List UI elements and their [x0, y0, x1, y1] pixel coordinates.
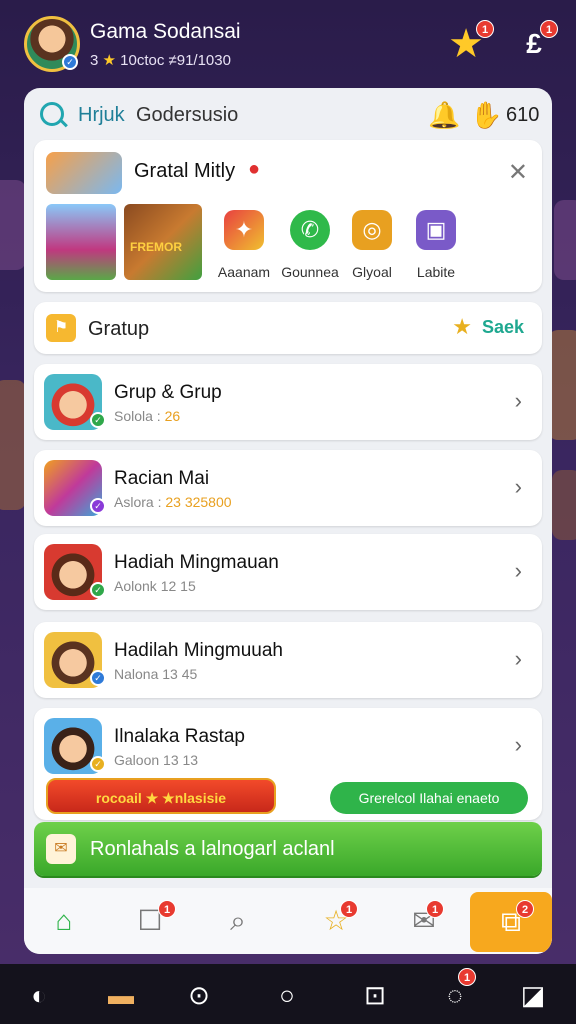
coin-hand-icon: ✋	[470, 100, 503, 130]
tab-home[interactable]: ⌂	[28, 888, 100, 954]
list-item[interactable]: ✓ Hadilah Mingmuuah Nalona 13 45 ›	[34, 622, 542, 698]
cast-icon[interactable]: ◪	[516, 978, 550, 1012]
tab-shop[interactable]: ⧉	[470, 892, 552, 952]
search-bar[interactable]: Hrjuk Godersusio 🔔 ✋ 610	[24, 88, 552, 140]
chevron-right-icon[interactable]: ›	[515, 732, 522, 758]
background-prop	[554, 200, 576, 280]
notification-badge: 2	[516, 900, 534, 918]
game-tile-arcade[interactable]	[46, 204, 116, 280]
chevron-right-icon[interactable]: ›	[515, 646, 522, 672]
app-item-glyoal[interactable]: ◎ Glyoal	[340, 210, 404, 280]
promo-title: Gratal Mitly	[134, 160, 236, 182]
search-icon: ⌕	[230, 905, 246, 936]
check-icon: ✓	[90, 756, 106, 772]
chevron-right-icon[interactable]: ›	[515, 388, 522, 414]
notification-badge: 1	[476, 20, 494, 38]
coin-stack-icon: ◎	[352, 210, 392, 250]
app-label: Aaanam	[217, 264, 271, 280]
star-icon: ★	[102, 52, 116, 69]
power-icon[interactable]: ○	[270, 978, 304, 1012]
gift-box-icon: ✦	[224, 210, 264, 250]
ticket-icon: ✉	[46, 834, 76, 864]
share-icon[interactable]: ⊡	[358, 978, 392, 1012]
coin-count: 610	[506, 104, 540, 126]
app-item-gounnea[interactable]: ✆ Gounnea	[278, 210, 342, 280]
notification-badge: 1	[340, 900, 358, 918]
list-item[interactable]: ✓ Ilnalaka Rastap Galoon 13 13 › rocoail…	[34, 708, 542, 820]
check-icon: ✓	[90, 498, 106, 514]
background-prop	[0, 180, 26, 270]
banner-text: Ronlahals a lalnogarl aclanl	[90, 838, 335, 860]
app-label: Gounnea	[281, 264, 339, 280]
user-level: 3	[90, 52, 99, 69]
search-query-text: Godersusio	[136, 104, 239, 126]
chest-icon[interactable]: ▬	[104, 978, 138, 1012]
list-item-title: Racian Mai	[114, 468, 210, 489]
app-logo-icon[interactable]: ◐	[22, 978, 56, 1012]
list-item-subtitle: Aslora : 23 325800	[114, 494, 232, 510]
app-item-aaanam[interactable]: ✦ Aaanam	[212, 210, 276, 280]
action-banner[interactable]: ✉ Ronlahals a lalnogarl aclanl	[34, 822, 542, 876]
background-prop	[0, 380, 26, 510]
app-item-labite[interactable]: ▣ Labite	[404, 210, 468, 280]
tab-mail[interactable]: ✉	[388, 888, 460, 954]
user-name: Gama Sodansai	[90, 20, 241, 43]
main-panel: Hrjuk Godersusio 🔔 ✋ 610 Gratal Mitly ● …	[24, 88, 552, 954]
list-item-subtitle: Aolonk 12 15	[114, 578, 196, 594]
close-icon[interactable]: ✕	[508, 158, 528, 187]
list-item-title: Grup & Grup	[114, 382, 222, 403]
check-icon: ✓	[90, 582, 106, 598]
chevron-right-icon[interactable]: ›	[515, 558, 522, 584]
list-item[interactable]: ✓ Hadiah Mingmauan Aolonk 12 15 ›	[34, 534, 542, 610]
list-item-subtitle: Nalona 13 45	[114, 666, 198, 682]
chat-app-icon: ✆	[290, 210, 330, 250]
notification-badge: 1	[158, 900, 176, 918]
promo-card: Gratal Mitly ● ✕ FREMOR ✦ Aaanam ✆ Gounn…	[34, 140, 542, 292]
bag-icon: ▣	[416, 210, 456, 250]
tab-search[interactable]: ⌕	[202, 888, 274, 954]
tab-favorites[interactable]: ☆	[300, 888, 372, 954]
app-label: Labite	[416, 264, 456, 280]
list-item[interactable]: ✓ Grup & Grup Solola : 26 ›	[34, 364, 542, 440]
list-item-title: Ilnalaka Rastap	[114, 726, 245, 747]
background-prop	[548, 330, 576, 440]
user-stats: 3 ★ 10ctoc ≠91/1030	[90, 51, 231, 69]
tab-chat[interactable]: ☐	[114, 888, 186, 954]
list-item-subtitle: Galoon 13 13	[114, 752, 199, 768]
notification-badge: 1	[426, 900, 444, 918]
system-navigation-bar: ◐ ▬ ⊙ ○ ⊡ ◌ 1 ◪	[0, 964, 576, 1024]
app-header: ✓ Gama Sodansai 3 ★ 10ctoc ≠91/1030 ★ 1 …	[0, 0, 576, 88]
bell-icon[interactable]: 🔔	[428, 100, 460, 131]
red-dot-icon: ●	[248, 158, 261, 180]
list-item[interactable]: ✓ Racian Mai Aslora : 23 325800 ›	[34, 450, 542, 526]
background-prop	[552, 470, 576, 540]
user-stats-text: 10ctoc ≠91/1030	[120, 52, 231, 69]
list-item-subtitle: Solola : 26	[114, 408, 181, 424]
app-label: Glyoal	[352, 264, 392, 280]
search-icon[interactable]	[40, 102, 64, 126]
claim-button[interactable]: Grerelcol Ilahai enaeto	[330, 782, 528, 814]
see-all-link[interactable]: Saek	[482, 317, 524, 338]
check-icon: ✓	[90, 412, 106, 428]
list-item-title: Hadiah Mingmauan	[114, 552, 279, 573]
check-icon: ✓	[90, 670, 106, 686]
star-icon: ★	[452, 314, 472, 339]
group-icon: ⚑	[46, 314, 76, 342]
notification-badge: 1	[540, 20, 558, 38]
chevron-right-icon[interactable]: ›	[515, 474, 522, 500]
game-tile-label: FREMOR	[130, 240, 182, 254]
group-header-card[interactable]: ⚑ Gratup ★ Saek	[34, 302, 542, 354]
group-title: Gratup	[88, 318, 150, 340]
compass-icon[interactable]: ⊙	[182, 978, 216, 1012]
reward-button[interactable]: rocoail ★ ★nlasisie	[46, 778, 276, 814]
notification-badge: 1	[458, 968, 476, 986]
promo-thumbnail	[46, 152, 122, 194]
home-icon: ⌂	[55, 905, 73, 936]
list-item-title: Hadilah Mingmuuah	[114, 640, 283, 661]
verified-icon: ✓	[62, 54, 78, 70]
search-query-highlight: Hrjuk	[78, 104, 125, 126]
tab-bar: ⌂ ☐ 1 ⌕ ☆ 1 ✉ 1 ⧉ 2	[24, 888, 552, 954]
